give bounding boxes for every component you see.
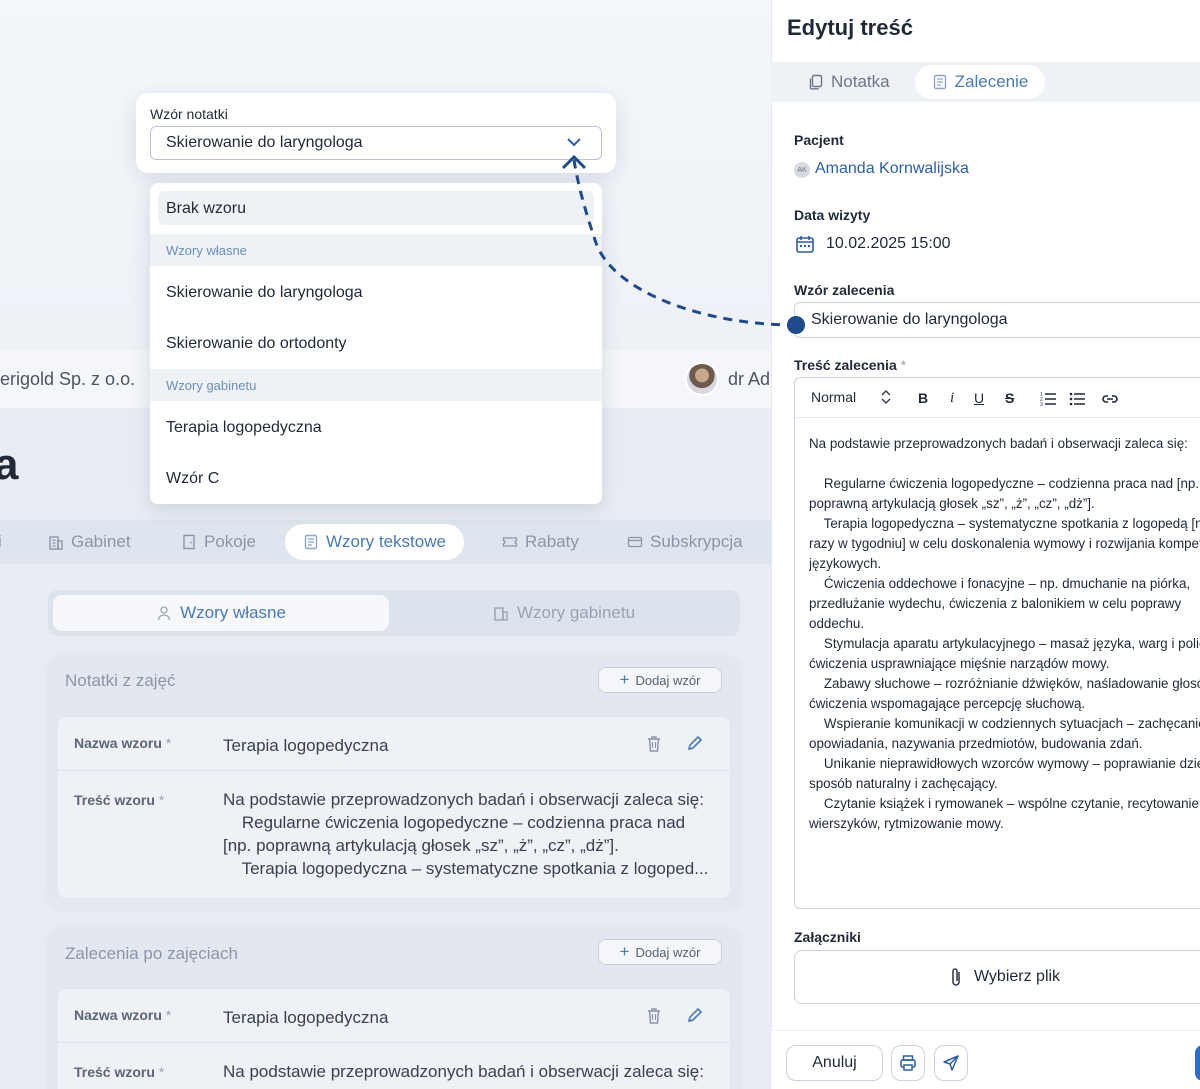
plus-icon: + (619, 670, 630, 689)
menu-item-template[interactable]: Wzór C (166, 470, 219, 488)
trash-icon[interactable] (645, 1006, 663, 1026)
template-select-label: Wzór notatki (150, 106, 228, 122)
building-icon (49, 536, 63, 550)
choose-file-button[interactable]: Wybierz plik (794, 950, 1200, 1004)
trash-icon[interactable] (645, 734, 663, 754)
patient-name-link[interactable]: Amanda Kornwalijska (815, 160, 969, 178)
send-icon (943, 1055, 959, 1071)
link-icon[interactable] (1101, 392, 1119, 406)
segment-own-templates[interactable]: Wzory własne (53, 595, 389, 631)
template-name: Terapia logopedyczna (223, 736, 389, 755)
calendar-icon (796, 236, 814, 253)
company-name: erigold Sp. z o.o. (0, 369, 136, 389)
menu-item-no-template[interactable]: Brak wzoru (166, 200, 246, 218)
tab-previous[interactable]: i (0, 524, 2, 560)
svg-text:3: 3 (1040, 402, 1043, 406)
paperclip-icon (952, 968, 960, 986)
template-content: Na podstawie przeprowadzonych badań i ob… (223, 1062, 704, 1081)
menu-item-template[interactable]: Terapia logopedyczna (166, 419, 322, 437)
ordered-list-icon[interactable]: 123 (1040, 391, 1057, 406)
card-after-session-recommendations: Zalecenia po zajęciach + Dodaj wzór Nazw… (48, 927, 740, 1089)
tab-rabaty[interactable]: Rabaty (502, 524, 579, 560)
divider (58, 770, 730, 771)
attachments-label: Załączniki (794, 929, 861, 945)
printer-icon (900, 1055, 916, 1071)
editor-content: Na podstawie przeprowadzonych badań i ob… (809, 436, 1200, 831)
content-label: Treść wzoru * (74, 1064, 165, 1080)
user-avatar[interactable] (685, 362, 719, 396)
tab-pokoje[interactable]: Pokoje (181, 524, 256, 560)
menu-group-own: Wzory własne (150, 234, 602, 266)
template-entry: Nazwa wzoru * Terapia logopedyczna Treść… (58, 989, 730, 1089)
visit-date-label: Data wizyty (794, 207, 871, 223)
add-template-button[interactable]: + Dodaj wzór (598, 667, 722, 693)
recommendation-template-select[interactable]: Skierowanie do laryngologa (794, 302, 1200, 338)
template-dropdown-menu: Brak wzoru Wzory własne Skierowanie do l… (150, 183, 602, 504)
name-label: Nazwa wzoru * (74, 735, 172, 751)
template-entry: Nazwa wzoru * Terapia logopedyczna Treść… (58, 717, 730, 898)
card-session-notes: Notatki z zajęć + Dodaj wzór Nazwa wzoru… (48, 655, 740, 908)
divider (58, 1042, 730, 1043)
user-icon (157, 606, 171, 621)
door-icon (183, 534, 195, 550)
italic-button[interactable]: i (950, 390, 954, 407)
template-content: Na podstawie przeprowadzonych badań i ob… (223, 790, 709, 878)
text-format-select[interactable]: Normal (811, 389, 856, 405)
tab-recommendation[interactable]: Zalecenie (915, 65, 1045, 99)
print-button[interactable] (891, 1045, 925, 1081)
ticket-icon (502, 537, 518, 547)
tab-gabinet[interactable]: Gabinet (48, 524, 131, 560)
panel-title: Edytuj treść (787, 15, 913, 40)
send-button[interactable] (934, 1045, 968, 1081)
user-name[interactable]: dr Ad (728, 369, 770, 390)
document-icon (933, 74, 946, 90)
updown-icon[interactable] (880, 389, 892, 405)
template-select[interactable]: Skierowanie do laryngologa (150, 126, 602, 160)
menu-item-template[interactable]: Skierowanie do ortodonty (166, 335, 347, 353)
patient-avatar: AK (794, 162, 810, 178)
chevron-down-icon[interactable] (566, 137, 582, 147)
card-title: Notatki z zajęć (65, 671, 176, 690)
bullet-list-icon[interactable] (1069, 391, 1086, 406)
credit-card-icon (627, 536, 643, 548)
plus-icon: + (619, 942, 630, 961)
edit-icon[interactable] (686, 1006, 704, 1024)
bold-button[interactable]: B (918, 390, 928, 406)
patient-label: Pacjent (794, 132, 844, 148)
recommendation-content-label: Treść zalecenia * (794, 357, 907, 373)
underline-button[interactable]: U (974, 390, 984, 406)
strikethrough-button[interactable]: S (1005, 390, 1014, 406)
add-template-button[interactable]: + Dodaj wzór (598, 939, 722, 965)
template-name: Terapia logopedyczna (223, 1008, 389, 1027)
name-label: Nazwa wzoru * (74, 1007, 172, 1023)
recommendation-template-label: Wzór zalecenia (794, 282, 895, 298)
menu-group-clinic: Wzory gabinetu (150, 369, 602, 401)
edit-icon[interactable] (686, 734, 704, 752)
page-title: a (0, 440, 19, 489)
copy-icon (809, 74, 823, 90)
building-icon (494, 607, 508, 621)
card-title: Zalecenia po zajęciach (65, 944, 238, 963)
menu-item-template[interactable]: Skierowanie do laryngologa (166, 284, 363, 302)
visit-date: 10.02.2025 15:00 (826, 235, 951, 252)
tab-subskrypcja[interactable]: Subskrypcja (627, 524, 743, 560)
content-label: Treść wzoru * (74, 792, 165, 808)
document-icon (304, 534, 318, 550)
save-button[interactable] (1195, 1045, 1200, 1081)
cancel-button[interactable]: Anuluj (786, 1045, 883, 1081)
segment-clinic-templates[interactable]: Wzory gabinetu (392, 595, 736, 631)
tab-wzory-tekstowe[interactable]: Wzory tekstowe (285, 524, 464, 560)
tab-note[interactable]: Notatka (808, 72, 890, 92)
